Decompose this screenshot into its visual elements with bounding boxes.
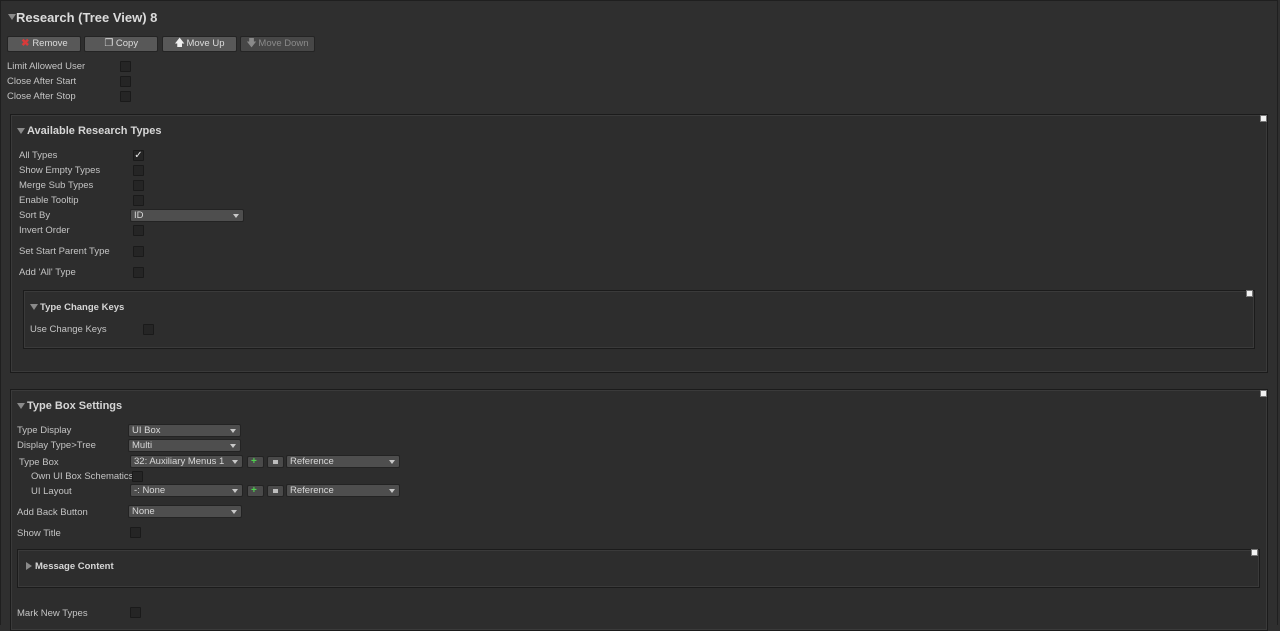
copy-button[interactable]: ❐ Copy [84, 36, 158, 52]
type-display-label: Type Display [17, 425, 72, 436]
select-ui-layout-button[interactable] [267, 485, 284, 497]
chevron-down-icon [230, 429, 236, 433]
show-title-label: Show Title [17, 528, 61, 539]
chevron-down-icon [232, 489, 238, 493]
type-display-dropdown[interactable]: UI Box [128, 424, 241, 437]
close-after-stop-checkbox[interactable] [120, 91, 131, 102]
plus-icon: + [251, 456, 257, 467]
chevron-down-icon [232, 460, 238, 464]
plus-icon: + [251, 485, 257, 496]
limit-allowed-user-label: Limit Allowed User [7, 61, 86, 72]
use-change-keys-label: Use Change Keys [30, 324, 107, 335]
mark-new-types-checkbox[interactable] [130, 607, 141, 618]
own-ui-box-schematics-label: Own UI Box Schematics [31, 471, 134, 482]
all-types-checkbox[interactable]: ✓ [133, 150, 144, 161]
close-after-stop-label: Close After Stop [7, 91, 76, 102]
close-after-start-label: Close After Start [7, 76, 77, 87]
move-up-button[interactable]: 🡅 Move Up [162, 36, 237, 52]
arrow-down-icon: 🡇 [246, 38, 257, 49]
close-after-start-checkbox[interactable] [120, 76, 131, 87]
all-types-label: All Types [19, 150, 58, 161]
copy-icon: ❐ [104, 38, 114, 49]
merge-sub-types-checkbox[interactable] [133, 180, 144, 191]
type-change-keys-panel [23, 290, 1255, 349]
add-all-type-checkbox[interactable] [133, 267, 144, 278]
mark-new-types-label: Mark New Types [17, 608, 88, 619]
sort-by-label: Sort By [19, 210, 51, 221]
type-box-reference-dropdown[interactable]: Reference [286, 455, 400, 468]
enable-tooltip-checkbox[interactable] [133, 195, 144, 206]
add-type-box-button[interactable]: + [247, 456, 264, 468]
foldout-arrow-icon[interactable] [17, 128, 25, 134]
set-start-parent-type-checkbox[interactable] [133, 246, 144, 257]
add-ui-layout-button[interactable]: + [247, 485, 264, 497]
show-title-checkbox[interactable] [130, 527, 141, 538]
type-box-label: Type Box [19, 457, 59, 468]
square-icon [273, 489, 278, 493]
resize-handle[interactable] [1246, 290, 1253, 297]
sort-by-dropdown[interactable]: ID [130, 209, 244, 222]
chevron-down-icon [230, 444, 236, 448]
resize-handle[interactable] [1251, 549, 1258, 556]
ui-layout-dropdown[interactable]: -: None [130, 484, 243, 497]
chevron-down-icon [233, 214, 239, 218]
foldout-arrow-icon[interactable] [30, 304, 38, 310]
resize-handle[interactable] [1260, 115, 1267, 122]
use-change-keys-checkbox[interactable] [143, 324, 154, 335]
merge-sub-types-label: Merge Sub Types [19, 180, 94, 191]
arrow-up-icon: 🡅 [174, 38, 185, 49]
x-icon: ✖ [21, 38, 30, 49]
chevron-down-icon [389, 489, 395, 493]
foldout-arrow-icon[interactable] [8, 14, 16, 20]
chevron-down-icon [389, 460, 395, 464]
display-type-tree-dropdown[interactable]: Multi [128, 439, 241, 452]
chevron-down-icon [231, 510, 237, 514]
type-change-keys-header: Type Change Keys [40, 302, 125, 313]
select-type-box-button[interactable] [267, 456, 284, 468]
message-content-panel [17, 549, 1260, 588]
foldout-arrow-icon[interactable] [26, 562, 32, 570]
add-back-button-label: Add Back Button [17, 507, 88, 518]
add-back-button-dropdown[interactable]: None [128, 505, 242, 518]
limit-allowed-user-checkbox[interactable] [120, 61, 131, 72]
message-content-header: Message Content [35, 561, 114, 572]
ui-layout-label: UI Layout [31, 486, 72, 497]
component-title: Research (Tree View) 8 [16, 10, 158, 25]
add-all-type-label: Add 'All' Type [19, 267, 76, 278]
invert-order-label: Invert Order [19, 225, 70, 236]
enable-tooltip-label: Enable Tooltip [19, 195, 79, 206]
type-box-dropdown[interactable]: 32: Auxiliary Menus 1 [130, 455, 243, 468]
remove-button[interactable]: ✖ Remove [7, 36, 81, 52]
set-start-parent-type-label: Set Start Parent Type [19, 246, 110, 257]
invert-order-checkbox[interactable] [133, 225, 144, 236]
foldout-arrow-icon[interactable] [17, 403, 25, 409]
available-research-types-header: Available Research Types [27, 125, 162, 137]
display-type-tree-label: Display Type>Tree [17, 440, 96, 451]
own-ui-box-schematics-checkbox[interactable] [132, 471, 143, 482]
move-down-button[interactable]: 🡇 Move Down [240, 36, 315, 52]
resize-handle[interactable] [1260, 390, 1267, 397]
ui-layout-reference-dropdown[interactable]: Reference [286, 484, 400, 497]
show-empty-types-label: Show Empty Types [19, 165, 101, 176]
square-icon [273, 460, 278, 464]
show-empty-types-checkbox[interactable] [133, 165, 144, 176]
type-box-settings-header: Type Box Settings [27, 400, 123, 412]
checkmark-icon: ✓ [134, 150, 143, 161]
